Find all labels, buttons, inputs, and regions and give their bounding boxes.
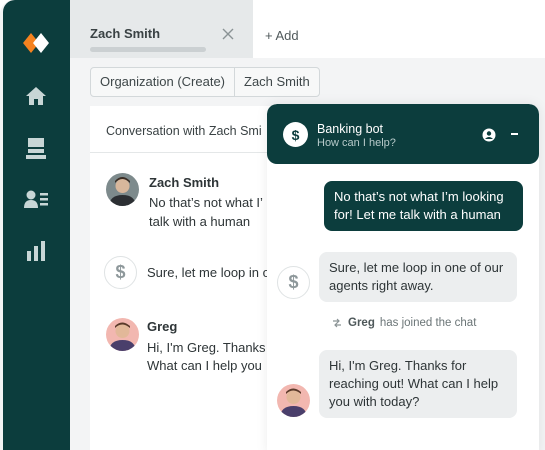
conversation-title: Conversation with Zach Smi: [106, 124, 262, 138]
message-line: for! Let me talk with a human: [334, 207, 501, 222]
tab-underline: [90, 47, 206, 52]
widget-subtitle: How can I help?: [317, 137, 396, 149]
add-tab-label: + Add: [265, 28, 299, 43]
dollar-icon: $: [277, 266, 310, 299]
dollar-icon: $: [104, 256, 137, 289]
user-icon[interactable]: [482, 128, 496, 142]
add-tab-button[interactable]: + Add: [253, 0, 545, 58]
inbox-icon[interactable]: [23, 135, 49, 161]
tab-title: Zach Smith: [90, 26, 161, 41]
message-text: Sure, let me loop in o: [147, 265, 270, 280]
reports-icon[interactable]: [23, 238, 49, 264]
logo-icon[interactable]: [21, 31, 53, 55]
tab-zach-smith[interactable]: Zach Smith: [70, 0, 253, 58]
joined-notice: Greg has joined the chat: [331, 317, 476, 329]
agent-message: Hi, I'm Greg. Thanks for reaching out! W…: [319, 350, 517, 418]
message-text: No that’s not what I’: [149, 195, 263, 210]
breadcrumb: Organization (Create) Zach Smith: [90, 67, 320, 97]
breadcrumb-user[interactable]: Zach Smith: [234, 68, 319, 96]
message-line: Sure, let me loop in one of our: [329, 260, 504, 275]
dollar-icon: $: [283, 122, 308, 147]
user-message: No that’s not what I’m looking for! Let …: [324, 181, 523, 231]
join-icon: [333, 318, 341, 328]
message-line: No that’s not what I’m looking: [334, 189, 504, 204]
bot-message: Sure, let me loop in one of our agents r…: [319, 252, 517, 302]
chat-widget: $ Banking bot How can I help? No that’s …: [267, 104, 539, 450]
message-line: reaching out! What can I help: [329, 376, 499, 391]
joined-name: Greg: [348, 317, 375, 329]
message-sender: Zach Smith: [149, 175, 220, 190]
message-text: What can I help you: [147, 358, 262, 373]
sidebar: [3, 0, 70, 450]
joined-text: has joined the chat: [379, 317, 477, 329]
minimize-icon[interactable]: [511, 133, 518, 135]
message-line: you with today?: [329, 394, 420, 409]
breadcrumb-organization[interactable]: Organization (Create): [91, 68, 234, 96]
app-window: Zach Smith + Add Organization (Create) Z…: [0, 0, 545, 450]
avatar: [106, 173, 139, 206]
avatar: [277, 384, 310, 417]
close-icon[interactable]: [221, 27, 235, 41]
home-icon[interactable]: [23, 83, 49, 109]
message-text: Hi, I'm Greg. Thanks: [147, 340, 266, 355]
message-sender: Greg: [147, 319, 178, 334]
conversation-panel: Conversation with Zach Smi Zach Smith No…: [90, 106, 290, 450]
contacts-icon[interactable]: [23, 186, 49, 212]
avatar: [106, 318, 139, 351]
message-line: agents right away.: [329, 278, 434, 293]
message-text: talk with a human: [149, 214, 251, 229]
conversation-header: Conversation with Zach Smi: [90, 106, 290, 153]
tab-bar: Zach Smith + Add: [70, 0, 545, 58]
chat-widget-header: $ Banking bot How can I help?: [267, 104, 539, 164]
widget-title: Banking bot: [317, 122, 384, 136]
message-line: Hi, I'm Greg. Thanks for: [329, 358, 467, 373]
